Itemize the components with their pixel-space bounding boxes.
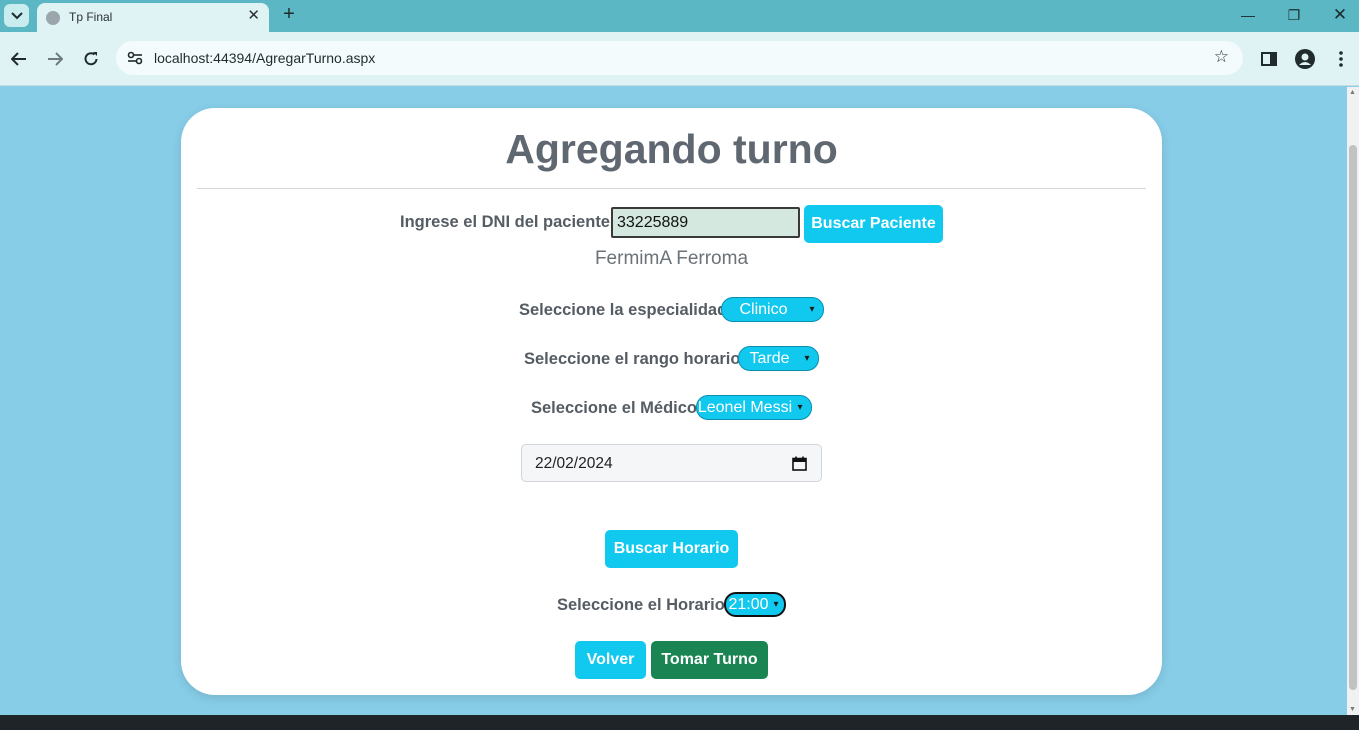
address-bar[interactable]: localhost:44394/AgregarTurno.aspx ☆ <box>116 41 1243 75</box>
url-text: localhost:44394/AgregarTurno.aspx <box>154 50 376 66</box>
search-schedule-button[interactable]: Buscar Horario <box>605 530 738 568</box>
specialty-select[interactable]: Clinico ▾ <box>721 297 824 322</box>
doctor-select[interactable]: Leonel Messi ▾ <box>696 395 812 420</box>
minimize-icon[interactable]: — <box>1233 5 1263 25</box>
time-range-select[interactable]: Tarde ▾ <box>738 346 819 371</box>
add-appointment-card: Agregando turno Ingrese el DNI del pacie… <box>181 108 1162 695</box>
date-value: 22/02/2024 <box>535 455 613 472</box>
window-close-icon[interactable]: ✕ <box>1325 5 1355 25</box>
page-scrollbar[interactable]: ▲ ▼ <box>1347 87 1359 715</box>
chevron-down-icon: ▾ <box>809 304 815 315</box>
time-range-label: Seleccione el rango horario: <box>524 350 746 368</box>
tab-search-button[interactable] <box>4 4 29 27</box>
scroll-down-icon[interactable]: ▼ <box>1349 706 1356 713</box>
calendar-icon[interactable] <box>792 456 807 471</box>
browser-toolbar: localhost:44394/AgregarTurno.aspx ☆ <box>0 32 1359 86</box>
site-info-icon[interactable] <box>126 49 144 67</box>
patient-name: FermimA Ferroma <box>594 248 749 269</box>
bookmark-star-icon[interactable]: ☆ <box>1214 47 1229 67</box>
tab-title: Tp Final <box>69 10 113 24</box>
os-taskbar <box>0 715 1359 730</box>
scroll-up-icon[interactable]: ▲ <box>1349 89 1356 96</box>
take-appointment-button[interactable]: Tomar Turno <box>651 641 768 679</box>
forward-icon[interactable] <box>44 48 66 70</box>
chevron-down-icon <box>10 11 23 19</box>
globe-icon <box>46 11 60 25</box>
browser-menu-icon[interactable] <box>1330 48 1352 70</box>
chevron-down-icon: ▾ <box>797 402 803 413</box>
side-panel-icon[interactable] <box>1258 48 1280 70</box>
doctor-value: Leonel Messi <box>697 398 793 416</box>
time-slot-select[interactable]: 21:00 ▾ <box>724 592 786 617</box>
date-input[interactable]: 22/02/2024 <box>521 444 822 482</box>
new-tab-icon[interactable]: + <box>280 4 298 24</box>
dni-label: Ingrese el DNI del paciente: <box>400 213 616 231</box>
page-title: Agregando turno <box>505 126 838 172</box>
dni-input[interactable]: 33225889 <box>611 207 800 238</box>
chevron-down-icon: ▾ <box>804 353 810 364</box>
title-divider <box>197 188 1146 189</box>
scrollbar-thumb[interactable] <box>1349 145 1357 690</box>
doctor-label: Seleccione el Médico: <box>531 399 703 417</box>
browser-tab[interactable]: Tp Final ✕ <box>37 3 269 32</box>
reload-icon[interactable] <box>80 48 102 70</box>
browser-tabstrip: Tp Final ✕ + — ❐ ✕ <box>0 0 1359 32</box>
time-slot-value: 21:00 <box>728 595 769 613</box>
search-patient-button[interactable]: Buscar Paciente <box>804 205 943 243</box>
specialty-label: Seleccione la especialidad: <box>519 301 733 319</box>
profile-avatar-icon[interactable] <box>1294 48 1316 70</box>
time-slot-label: Seleccione el Horario: <box>557 596 731 614</box>
back-button[interactable]: Volver <box>575 641 646 679</box>
time-range-value: Tarde <box>749 349 790 367</box>
close-icon[interactable]: ✕ <box>247 8 260 23</box>
specialty-value: Clinico <box>739 300 788 318</box>
back-icon[interactable] <box>8 48 30 70</box>
restore-icon[interactable]: ❐ <box>1279 5 1309 25</box>
chevron-down-icon: ▾ <box>773 599 779 610</box>
